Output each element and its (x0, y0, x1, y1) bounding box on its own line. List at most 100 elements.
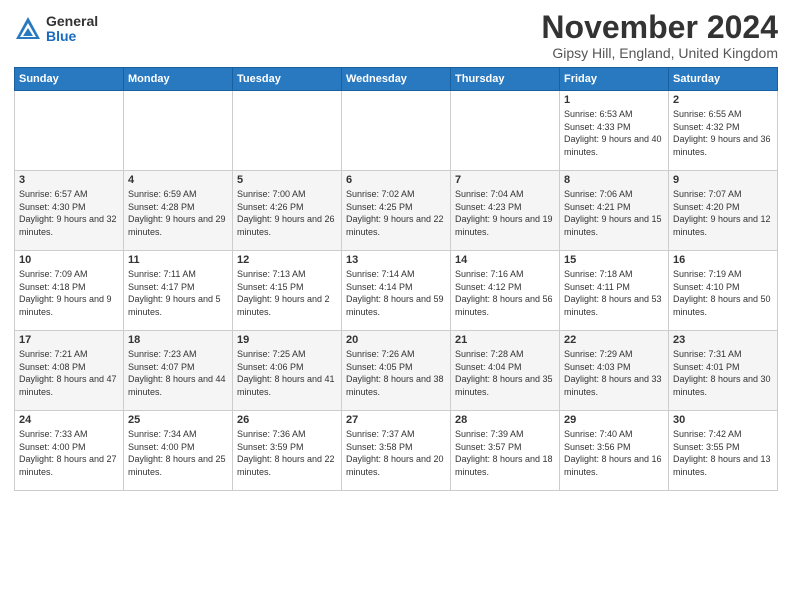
col-thursday: Thursday (451, 68, 560, 91)
table-row: 10Sunrise: 7:09 AM Sunset: 4:18 PM Dayli… (15, 251, 124, 331)
day-number: 16 (673, 254, 773, 266)
day-info: Sunrise: 7:33 AM Sunset: 4:00 PM Dayligh… (19, 428, 119, 478)
table-row (124, 91, 233, 171)
table-row: 30Sunrise: 7:42 AM Sunset: 3:55 PM Dayli… (669, 411, 778, 491)
day-info: Sunrise: 7:23 AM Sunset: 4:07 PM Dayligh… (128, 348, 228, 398)
day-number: 6 (346, 174, 446, 186)
day-info: Sunrise: 6:53 AM Sunset: 4:33 PM Dayligh… (564, 108, 664, 158)
table-row: 5 Sunrise: 7:00 AM Sunset: 4:26 PM Daylig… (233, 171, 342, 251)
day-number: 24 (19, 414, 119, 426)
day-number: 18 (128, 334, 228, 346)
table-row: 23 Sunrise: 7:31 AM Sunset: 4:01 PM Dayli… (669, 331, 778, 411)
logo-blue-text: Blue (46, 29, 98, 44)
table-row: 25 Sunrise: 7:34 AM Sunset: 4:00 PM Dayli… (124, 411, 233, 491)
col-friday: Friday (560, 68, 669, 91)
table-row: 11Sunrise: 7:11 AM Sunset: 4:17 PM Dayli… (124, 251, 233, 331)
table-row (451, 91, 560, 171)
day-number: 26 (237, 414, 337, 426)
header: General Blue November 2024 Gipsy Hill, E… (14, 10, 778, 61)
day-number: 5 (237, 174, 337, 186)
day-info: Sunrise: 7:07 AM Sunset: 4:20 PM Dayligh… (673, 188, 773, 238)
table-row: 17 Sunrise: 7:21 AM Sunset: 4:08 PM Dayli… (15, 331, 124, 411)
day-info: Sunrise: 7:14 AM Sunset: 4:14 PM Dayligh… (346, 268, 446, 318)
table-row: 3Sunrise: 6:57 AM Sunset: 4:30 PM Daylig… (15, 171, 124, 251)
day-number: 28 (455, 414, 555, 426)
day-info: Sunrise: 7:11 AM Sunset: 4:17 PM Dayligh… (128, 268, 228, 318)
day-info: Sunrise: 7:28 AM Sunset: 4:04 PM Dayligh… (455, 348, 555, 398)
day-number: 30 (673, 414, 773, 426)
day-number: 7 (455, 174, 555, 186)
day-number: 19 (237, 334, 337, 346)
day-number: 22 (564, 334, 664, 346)
day-number: 12 (237, 254, 337, 266)
day-number: 8 (564, 174, 664, 186)
day-info: Sunrise: 7:16 AM Sunset: 4:12 PM Dayligh… (455, 268, 555, 318)
day-number: 2 (673, 94, 773, 106)
table-row: 20 Sunrise: 7:26 AM Sunset: 4:05 PM Dayli… (342, 331, 451, 411)
day-info: Sunrise: 6:55 AM Sunset: 4:32 PM Dayligh… (673, 108, 773, 158)
day-number: 29 (564, 414, 664, 426)
day-info: Sunrise: 7:40 AM Sunset: 3:56 PM Dayligh… (564, 428, 664, 478)
table-row: 28 Sunrise: 7:39 AM Sunset: 3:57 PM Dayli… (451, 411, 560, 491)
logo-general-text: General (46, 14, 98, 29)
table-row: 26 Sunrise: 7:36 AM Sunset: 3:59 PM Dayli… (233, 411, 342, 491)
location: Gipsy Hill, England, United Kingdom (541, 45, 778, 61)
table-row: 27 Sunrise: 7:37 AM Sunset: 3:58 PM Dayli… (342, 411, 451, 491)
day-info: Sunrise: 7:31 AM Sunset: 4:01 PM Dayligh… (673, 348, 773, 398)
col-sunday: Sunday (15, 68, 124, 91)
day-number: 20 (346, 334, 446, 346)
table-row: 7 Sunrise: 7:04 AM Sunset: 4:23 PM Daylig… (451, 171, 560, 251)
table-row: 8 Sunrise: 7:06 AM Sunset: 4:21 PM Daylig… (560, 171, 669, 251)
day-info: Sunrise: 7:25 AM Sunset: 4:06 PM Dayligh… (237, 348, 337, 398)
table-row: 2 Sunrise: 6:55 AM Sunset: 4:32 PM Daylig… (669, 91, 778, 171)
table-row: 21 Sunrise: 7:28 AM Sunset: 4:04 PM Dayli… (451, 331, 560, 411)
day-number: 1 (564, 94, 664, 106)
day-info: Sunrise: 7:06 AM Sunset: 4:21 PM Dayligh… (564, 188, 664, 238)
table-row: 13 Sunrise: 7:14 AM Sunset: 4:14 PM Dayli… (342, 251, 451, 331)
calendar-week-row: 3Sunrise: 6:57 AM Sunset: 4:30 PM Daylig… (15, 171, 778, 251)
table-row: 15Sunrise: 7:18 AM Sunset: 4:11 PM Dayli… (560, 251, 669, 331)
table-row: 24 Sunrise: 7:33 AM Sunset: 4:00 PM Dayli… (15, 411, 124, 491)
day-info: Sunrise: 7:37 AM Sunset: 3:58 PM Dayligh… (346, 428, 446, 478)
day-number: 13 (346, 254, 446, 266)
day-info: Sunrise: 6:57 AM Sunset: 4:30 PM Dayligh… (19, 188, 119, 238)
table-row (233, 91, 342, 171)
day-info: Sunrise: 7:04 AM Sunset: 4:23 PM Dayligh… (455, 188, 555, 238)
col-wednesday: Wednesday (342, 68, 451, 91)
table-row (342, 91, 451, 171)
day-info: Sunrise: 7:21 AM Sunset: 4:08 PM Dayligh… (19, 348, 119, 398)
calendar-week-row: 17 Sunrise: 7:21 AM Sunset: 4:08 PM Dayli… (15, 331, 778, 411)
calendar-week-row: 1 Sunrise: 6:53 AM Sunset: 4:33 PM Daylig… (15, 91, 778, 171)
calendar-header-row: Sunday Monday Tuesday Wednesday Thursday… (15, 68, 778, 91)
day-info: Sunrise: 7:18 AM Sunset: 4:11 PM Dayligh… (564, 268, 664, 318)
table-row: 19 Sunrise: 7:25 AM Sunset: 4:06 PM Dayli… (233, 331, 342, 411)
day-info: Sunrise: 7:02 AM Sunset: 4:25 PM Dayligh… (346, 188, 446, 238)
calendar-week-row: 10Sunrise: 7:09 AM Sunset: 4:18 PM Dayli… (15, 251, 778, 331)
table-row (15, 91, 124, 171)
table-row: 4 Sunrise: 6:59 AM Sunset: 4:28 PM Daylig… (124, 171, 233, 251)
logo: General Blue (14, 14, 98, 45)
day-number: 25 (128, 414, 228, 426)
table-row: 14Sunrise: 7:16 AM Sunset: 4:12 PM Dayli… (451, 251, 560, 331)
day-number: 9 (673, 174, 773, 186)
table-row: 1 Sunrise: 6:53 AM Sunset: 4:33 PM Daylig… (560, 91, 669, 171)
day-number: 17 (19, 334, 119, 346)
table-row: 6 Sunrise: 7:02 AM Sunset: 4:25 PM Daylig… (342, 171, 451, 251)
day-info: Sunrise: 7:00 AM Sunset: 4:26 PM Dayligh… (237, 188, 337, 238)
logo-icon (14, 15, 42, 43)
day-number: 23 (673, 334, 773, 346)
day-info: Sunrise: 7:13 AM Sunset: 4:15 PM Dayligh… (237, 268, 337, 318)
day-info: Sunrise: 7:39 AM Sunset: 3:57 PM Dayligh… (455, 428, 555, 478)
table-row: 18 Sunrise: 7:23 AM Sunset: 4:07 PM Dayli… (124, 331, 233, 411)
title-area: November 2024 Gipsy Hill, England, Unite… (541, 10, 778, 61)
col-tuesday: Tuesday (233, 68, 342, 91)
day-info: Sunrise: 7:26 AM Sunset: 4:05 PM Dayligh… (346, 348, 446, 398)
day-info: Sunrise: 7:36 AM Sunset: 3:59 PM Dayligh… (237, 428, 337, 478)
day-info: Sunrise: 7:19 AM Sunset: 4:10 PM Dayligh… (673, 268, 773, 318)
day-number: 27 (346, 414, 446, 426)
table-row: 16 Sunrise: 7:19 AM Sunset: 4:10 PM Dayli… (669, 251, 778, 331)
day-number: 4 (128, 174, 228, 186)
day-number: 21 (455, 334, 555, 346)
day-info: Sunrise: 7:34 AM Sunset: 4:00 PM Dayligh… (128, 428, 228, 478)
day-info: Sunrise: 6:59 AM Sunset: 4:28 PM Dayligh… (128, 188, 228, 238)
